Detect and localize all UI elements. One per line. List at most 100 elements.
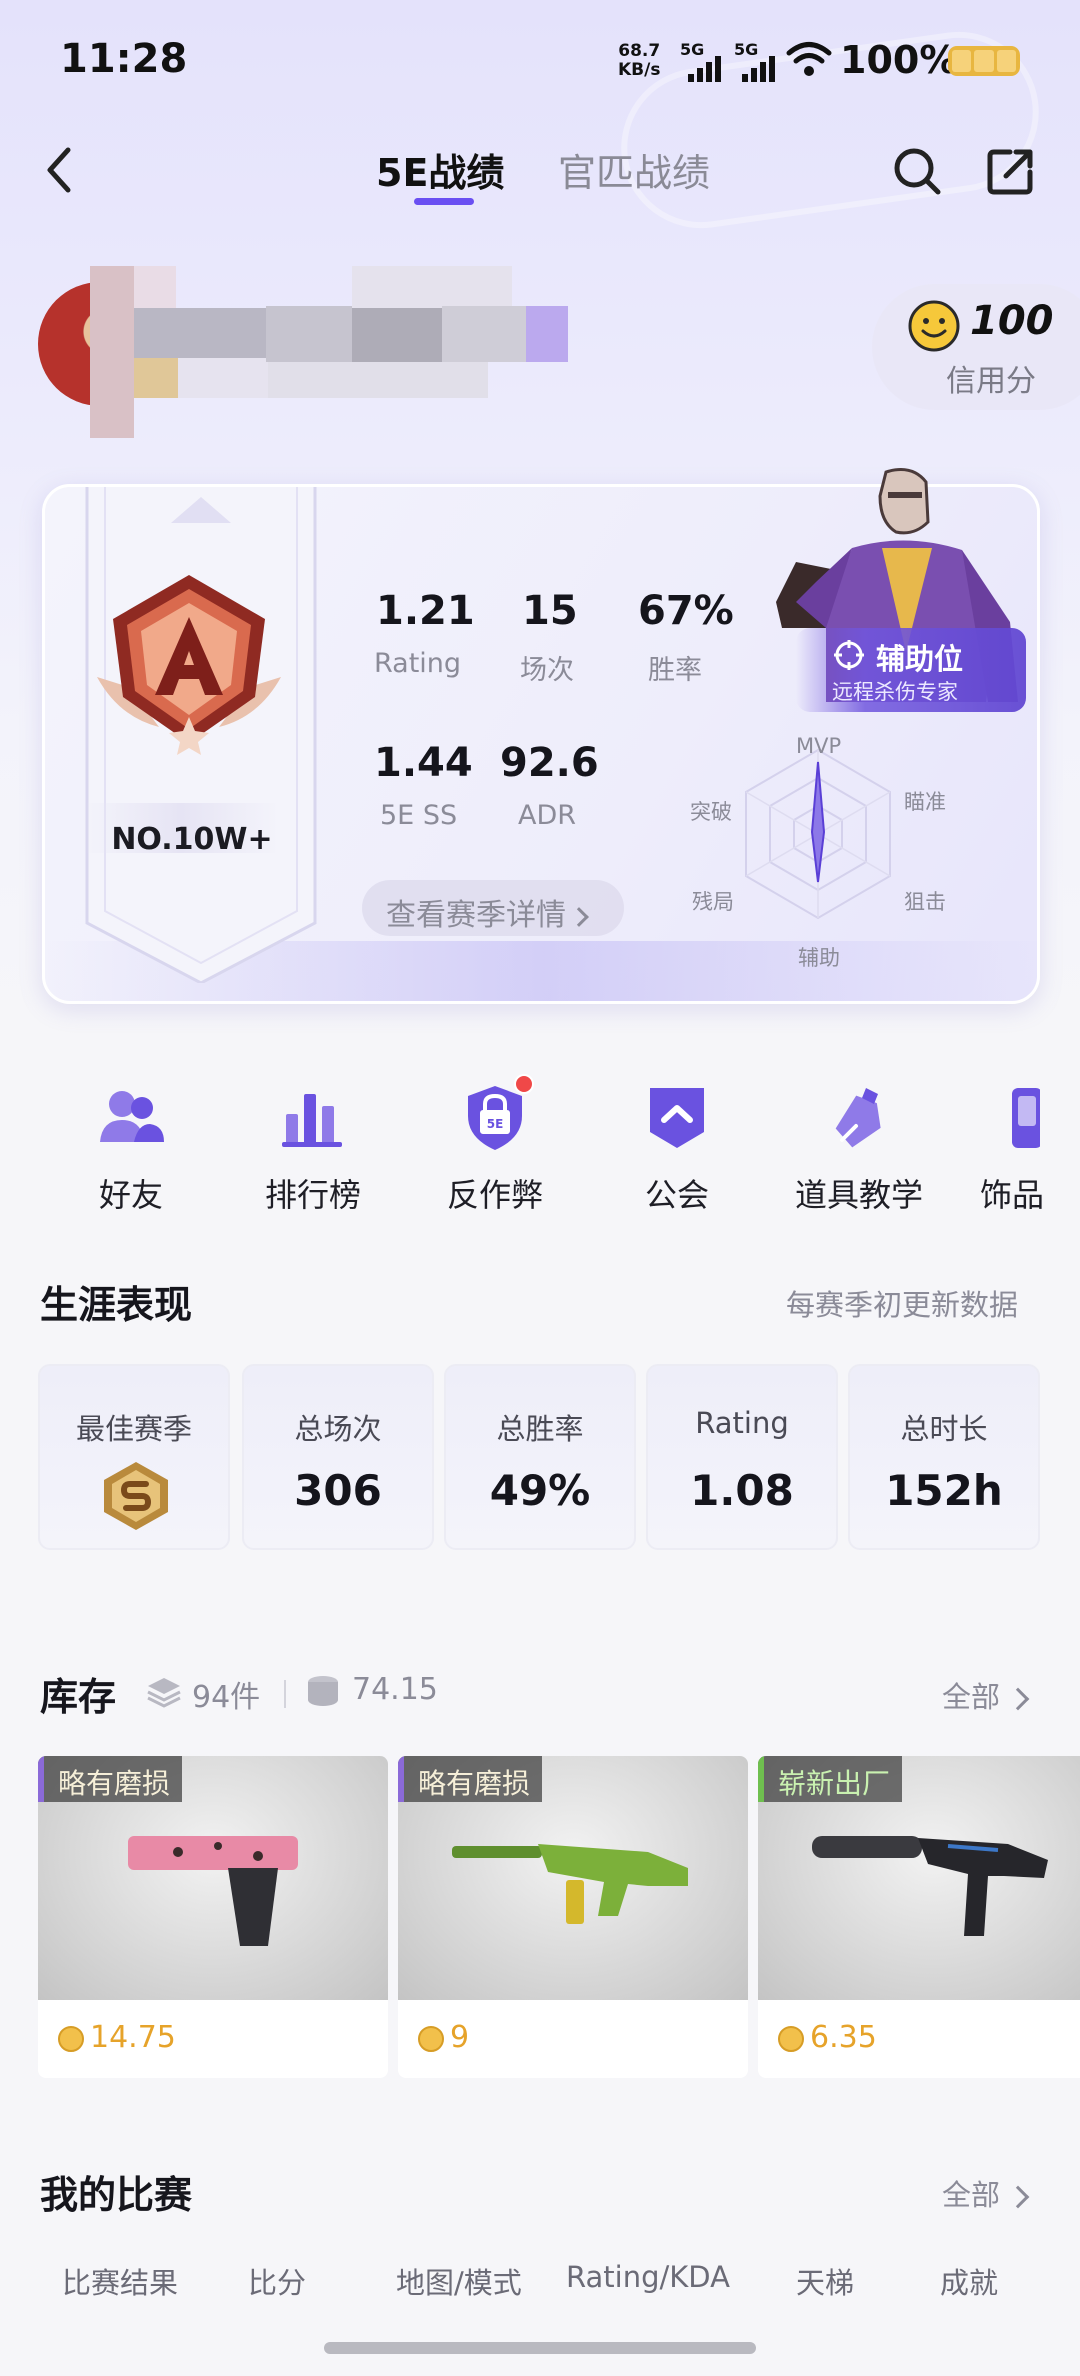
- utility-tutorial-icon: [835, 1088, 881, 1148]
- career-tile-win-rate: 总胜率 49%: [444, 1364, 636, 1550]
- season-detail-button[interactable]: 查看赛季详情: [362, 880, 624, 936]
- leaderboard-icon: [282, 1094, 342, 1147]
- notification-dot: [514, 1074, 534, 1094]
- credit-label: 信用分: [946, 364, 1036, 399]
- back-arrow-icon[interactable]: [40, 140, 80, 200]
- share-icon[interactable]: [984, 144, 1038, 198]
- coins-icon: [308, 1676, 338, 1706]
- stat-5ess-value: 1.44: [374, 740, 473, 786]
- inventory-value: 74.15: [352, 1672, 438, 1707]
- menu-leaderboard[interactable]: 排行榜: [238, 1080, 388, 1214]
- column-header: 地图/模式: [396, 2266, 522, 2300]
- layers-icon: [147, 1678, 181, 1708]
- tab-5e-record[interactable]: 5E战绩: [376, 142, 504, 197]
- radar-label-mvp: MVP: [796, 734, 842, 758]
- radar-label-support: 辅助: [798, 946, 840, 970]
- chevron-right-icon: [1006, 1687, 1030, 1711]
- menu-anticheat[interactable]: 5E 反作弊: [420, 1074, 570, 1214]
- tile-label: 总胜率: [496, 1412, 584, 1446]
- home-indicator[interactable]: [324, 2342, 756, 2354]
- tile-label: 总时长: [900, 1412, 988, 1446]
- tile-value: 152h: [885, 1466, 1003, 1515]
- stat-rating-label: Rating: [374, 648, 462, 679]
- menu-friends[interactable]: 好友: [56, 1080, 206, 1214]
- column-header: 成就: [940, 2266, 999, 2300]
- career-tile-total-time: 总时长 152h: [848, 1364, 1040, 1550]
- menu-label: 好友: [98, 1176, 163, 1214]
- m4a1s-skin-icon: [452, 1844, 688, 1924]
- all-label: 全部: [942, 2178, 1001, 2212]
- menu-utility-tutorial[interactable]: 道具教学: [784, 1080, 934, 1214]
- season-emblem-icon: [104, 1462, 168, 1530]
- radar-label-entry: 突破: [690, 800, 732, 824]
- svg-text:5E: 5E: [487, 1117, 504, 1131]
- menu-skins[interactable]: 饰品: [966, 1080, 1080, 1210]
- career-title: 生涯表现: [40, 1283, 193, 1327]
- item-price: 14.75: [58, 2020, 176, 2055]
- item-price: 9: [418, 2020, 469, 2055]
- role-badge: 辅助位 远程杀伤专家: [796, 628, 1026, 712]
- net-speed-unit: KB/s: [618, 60, 661, 80]
- radar-label-clutch: 残局: [692, 890, 734, 914]
- menu-label: 公会: [644, 1176, 709, 1214]
- search-icon[interactable]: [890, 144, 944, 198]
- wear-tag: 崭新出厂: [758, 1756, 903, 1802]
- mp5sd-skin-icon: [812, 1836, 1048, 1936]
- radar-label-aim: 瞄准: [904, 790, 946, 814]
- wear-tag: 略有磨损: [398, 1756, 543, 1802]
- wifi-icon: [786, 42, 832, 76]
- all-label: 全部: [942, 1680, 1001, 1714]
- menu-label: 道具教学: [794, 1176, 923, 1214]
- stat-winrate-value: 67%: [638, 588, 734, 634]
- column-header: Rating/KDA: [566, 2260, 730, 2294]
- coin-icon: [418, 2025, 444, 2052]
- status-bar: 11:28 68.7 KB/s 5G 5G 100%: [0, 0, 1080, 120]
- status-time: 11:28: [60, 36, 188, 82]
- menu-guild[interactable]: 公会: [602, 1080, 752, 1214]
- coin-icon: [58, 2025, 84, 2052]
- menu-label: 饰品: [980, 1176, 1045, 1210]
- column-header: 比赛结果: [62, 2266, 179, 2300]
- inventory-item[interactable]: 略有磨损 9: [398, 1756, 748, 2078]
- inventory-item[interactable]: 略有磨损 14.75: [38, 1756, 388, 2078]
- rank-number: NO.10W+: [111, 822, 273, 857]
- tile-label: 最佳赛季: [75, 1412, 192, 1446]
- battery-percent: 100%: [840, 38, 958, 82]
- tile-value: 306: [294, 1466, 382, 1515]
- matches-all-link[interactable]: 全部: [942, 2172, 1030, 2214]
- career-tile-total-matches: 总场次 306: [242, 1364, 434, 1550]
- career-note: 每赛季初更新数据: [786, 1288, 1019, 1322]
- credit-score[interactable]: 100 信用分: [872, 284, 1080, 410]
- signal-icon: 5G: [680, 40, 740, 82]
- menu-label: 排行榜: [264, 1176, 361, 1214]
- career-tile-best-season[interactable]: 最佳赛季: [38, 1364, 230, 1550]
- net-speed-value: 68.7: [618, 41, 661, 61]
- inventory-all-link[interactable]: 全部: [942, 1674, 1030, 1716]
- column-header: 比分: [248, 2266, 307, 2300]
- smile-icon: [908, 300, 960, 352]
- item-price: 6.35: [778, 2020, 877, 2055]
- stat-matches-label: 场次: [520, 655, 574, 686]
- season-detail-label: 查看赛季详情: [386, 898, 566, 933]
- battery-icon: [948, 46, 1020, 76]
- stat-rating-value: 1.21: [376, 588, 475, 634]
- stat-adr-value: 92.6: [500, 740, 599, 786]
- desert-eagle-skin-icon: [128, 1836, 298, 1946]
- username-redacted: [90, 266, 570, 438]
- signal-icon: 5G: [734, 40, 794, 82]
- inventory-count: 94件: [192, 1680, 261, 1715]
- chevron-right-icon: [569, 906, 589, 927]
- tab-official-record[interactable]: 官匹战绩: [558, 142, 710, 197]
- chevron-right-icon: [1006, 2185, 1030, 2209]
- menu-label: 反作弊: [446, 1176, 543, 1214]
- tile-label: 总场次: [294, 1412, 382, 1446]
- inventory-title: 库存: [40, 1675, 117, 1719]
- inventory-item[interactable]: 崭新出厂 6.35: [758, 1756, 1080, 2078]
- stat-adr-label: ADR: [518, 800, 577, 831]
- stat-winrate-label: 胜率: [648, 655, 702, 686]
- guild-icon: [650, 1088, 704, 1148]
- matches-title: 我的比赛: [40, 2173, 193, 2217]
- radar-chart: [745, 748, 891, 920]
- radar-label-sniper: 狙击: [904, 890, 946, 914]
- column-header: 天梯: [796, 2266, 855, 2300]
